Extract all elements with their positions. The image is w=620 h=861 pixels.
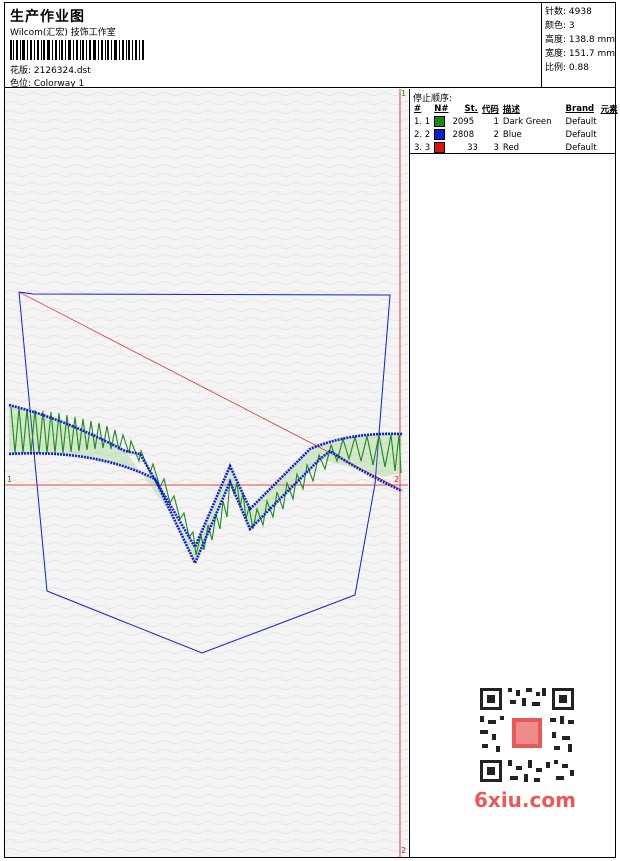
col-code: 代码 — [481, 104, 499, 115]
color-swatch — [434, 142, 446, 153]
header: 生产作业图 Wilcom(汇宏) 技饰工作室 花版: 2126324.dst 色… — [4, 2, 616, 89]
design-scale: 比例: 0.88 — [545, 63, 589, 73]
marker-left: 1 — [7, 475, 13, 484]
row-code: 2 — [493, 129, 499, 140]
col-index: # — [414, 103, 422, 114]
row-index: 1. 1 — [414, 116, 431, 127]
qr-code-icon — [472, 680, 582, 790]
row-brand: Default — [565, 116, 597, 127]
row-desc: Dark Green — [502, 116, 552, 127]
row-swatch — [432, 115, 450, 128]
marker-top: 1 — [401, 89, 407, 98]
color-swatch — [434, 116, 446, 127]
row-brand: Default — [565, 129, 597, 140]
studio-name: Wilcom(汇宏) 技饰工作室 — [10, 28, 116, 38]
table-row: 1. 1 2095 1 Dark Green Default — [412, 115, 620, 128]
row-desc: Blue — [502, 129, 522, 140]
design-height: 高度: 138.8 mm — [545, 35, 616, 45]
color-table-header: # N# St. 代码 描述 Brand 元素 — [412, 102, 620, 115]
watermark-text: 6xiu.com — [474, 788, 576, 812]
design-file: 花版: 2126324.dst — [10, 66, 91, 76]
color-table: # N# St. 代码 描述 Brand 元素 1. 1 2095 1 Dark… — [412, 102, 620, 154]
panel-divider — [410, 153, 616, 154]
embroidery-drawing — [5, 89, 408, 857]
marker-bottom: 2 — [401, 846, 407, 855]
col-element: 元素 — [600, 104, 618, 115]
design-preview: 1 2 1 2 — [5, 89, 408, 857]
table-row: 2. 2 2808 2 Blue Default — [412, 128, 620, 141]
row-index: 2. 2 — [414, 129, 431, 140]
col-brand: Brand — [565, 103, 595, 114]
barcode-icon — [10, 40, 144, 60]
row-code: 1 — [493, 116, 499, 127]
stitch-count: 针数: 4938 — [545, 7, 592, 17]
row-swatch — [432, 128, 450, 141]
stats-box: 针数: 4938 颜色: 3 高度: 138.8 mm 宽度: 151.7 mm… — [541, 2, 616, 88]
row-stitches: 2808 — [452, 129, 475, 140]
row-stitches: 2095 — [452, 116, 475, 127]
color-swatch — [434, 129, 446, 140]
col-needle: N# — [434, 103, 449, 114]
col-desc: 描述 — [502, 104, 520, 115]
colorway: 色位: Colorway 1 — [10, 79, 85, 89]
design-width: 宽度: 151.7 mm — [545, 49, 616, 59]
col-stitches: St. — [464, 103, 478, 114]
page-title: 生产作业图 — [10, 9, 85, 25]
marker-right: 2 — [394, 475, 400, 484]
color-count: 颜色: 3 — [545, 21, 575, 31]
